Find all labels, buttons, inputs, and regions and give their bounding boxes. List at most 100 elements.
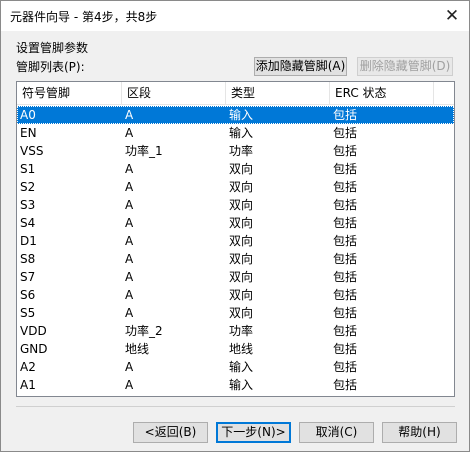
table-row[interactable]: D1 A 双向 包括	[17, 232, 454, 250]
column-header-type[interactable]: 类型	[226, 82, 330, 104]
cell-erc-status: 包括	[333, 180, 358, 194]
cell-symbol-pin: A1	[20, 378, 36, 392]
table-row[interactable]: S2 A 双向 包括	[17, 178, 454, 196]
cell-section: A	[125, 216, 134, 230]
cancel-button[interactable]: 取消(C)	[299, 422, 374, 443]
cell-erc-status: 包括	[333, 108, 358, 122]
cell-erc-status: 包括	[333, 126, 358, 140]
cell-symbol-pin: S6	[20, 288, 36, 302]
cell-type: 输入	[229, 360, 254, 374]
cell-symbol-pin: S5	[20, 306, 36, 320]
cell-erc-status: 包括	[333, 324, 358, 338]
cell-erc-status: 包括	[333, 198, 358, 212]
cell-section: A	[125, 180, 134, 194]
title-bar: 元器件向导 - 第4步，共8步 ✕	[1, 1, 469, 31]
cell-type: 双向	[229, 198, 254, 212]
column-header-erc-status[interactable]: ERC 状态	[330, 82, 434, 104]
cell-type: 功率	[229, 324, 254, 338]
cell-symbol-pin: EN	[20, 126, 37, 140]
cell-symbol-pin: VDD	[20, 324, 47, 338]
cell-type: 双向	[229, 252, 254, 266]
table-row[interactable]: S1 A 双向 包括	[17, 160, 454, 178]
cell-type: 双向	[229, 270, 254, 284]
cell-erc-status: 包括	[333, 252, 358, 266]
cell-section: A	[125, 378, 134, 392]
cell-type: 地线	[229, 342, 254, 356]
cell-section: 地线	[125, 342, 150, 356]
cell-section: A	[125, 306, 134, 320]
cell-symbol-pin: S4	[20, 216, 36, 230]
cell-type: 双向	[229, 306, 254, 320]
cell-section: A	[125, 198, 134, 212]
delete-hidden-pin-button[interactable]: 删除隐藏管脚(D)	[357, 57, 453, 76]
cell-erc-status: 包括	[333, 288, 358, 302]
pin-list[interactable]: 符号管脚 区段 类型 ERC 状态 A0 A 输入 包括 EN A 输入 包括 VSS 功率_1 功…	[16, 81, 455, 397]
table-row[interactable]: S7 A 双向 包括	[17, 268, 454, 286]
column-header-symbol-pin[interactable]: 符号管脚	[17, 82, 122, 104]
column-header-section[interactable]: 区段	[122, 82, 226, 104]
cell-symbol-pin: A0	[20, 108, 36, 122]
cell-section: A	[125, 126, 134, 140]
add-hidden-pin-button[interactable]: 添加隐藏管脚(A)	[254, 57, 347, 76]
cell-type: 双向	[229, 162, 254, 176]
help-button[interactable]: 帮助(H)	[382, 422, 457, 443]
cell-symbol-pin: S7	[20, 270, 36, 284]
cell-erc-status: 包括	[333, 378, 358, 392]
table-row[interactable]: GND 地线 地线 包括	[17, 340, 454, 358]
cell-symbol-pin: S1	[20, 162, 36, 176]
cell-section: A	[125, 162, 134, 176]
wizard-dialog: 元器件向导 - 第4步，共8步 ✕ 设置管脚参数 管脚列表(P): 添加隐藏管脚…	[0, 0, 470, 452]
next-button[interactable]: 下一步(N)>	[216, 422, 291, 443]
cell-section: 功率_1	[125, 144, 163, 158]
cell-erc-status: 包括	[333, 360, 358, 374]
cell-erc-status: 包括	[333, 342, 358, 356]
cell-symbol-pin: GND	[20, 342, 48, 356]
table-row[interactable]: S5 A 双向 包括	[17, 304, 454, 322]
cell-erc-status: 包括	[333, 234, 358, 248]
cell-type: 双向	[229, 216, 254, 230]
cell-erc-status: 包括	[333, 162, 358, 176]
cell-section: A	[125, 270, 134, 284]
pin-list-header: 符号管脚 区段 类型 ERC 状态	[17, 82, 454, 105]
cell-symbol-pin: VSS	[20, 144, 44, 158]
cell-erc-status: 包括	[333, 306, 358, 320]
cell-type: 双向	[229, 288, 254, 302]
table-row[interactable]: VSS 功率_1 功率 包括	[17, 142, 454, 160]
cell-symbol-pin: S8	[20, 252, 36, 266]
table-row[interactable]: A0 A 输入 包括	[17, 106, 454, 124]
cell-symbol-pin: D1	[20, 234, 37, 248]
cell-erc-status: 包括	[333, 216, 358, 230]
cell-type: 输入	[229, 126, 254, 140]
window-title: 元器件向导 - 第4步，共8步	[10, 10, 158, 24]
cell-erc-status: 包括	[333, 270, 358, 284]
cell-type: 功率	[229, 144, 254, 158]
cell-symbol-pin: S3	[20, 198, 36, 212]
pin-rows: A0 A 输入 包括 EN A 输入 包括 VSS 功率_1 功率 包括 S1 A 双向 包括 S2 A 双向 包括 S…	[17, 106, 454, 394]
table-row[interactable]: S6 A 双向 包括	[17, 286, 454, 304]
table-row[interactable]: A1 A 输入 包括	[17, 376, 454, 394]
close-icon[interactable]: ✕	[441, 5, 463, 27]
cell-section: A	[125, 108, 134, 122]
table-row[interactable]: VDD 功率_2 功率 包括	[17, 322, 454, 340]
table-row[interactable]: S3 A 双向 包括	[17, 196, 454, 214]
cell-symbol-pin: A2	[20, 360, 36, 374]
cell-type: 输入	[229, 108, 254, 122]
table-row[interactable]: S4 A 双向 包括	[17, 214, 454, 232]
cell-type: 双向	[229, 234, 254, 248]
table-row[interactable]: S8 A 双向 包括	[17, 250, 454, 268]
cell-section: A	[125, 234, 134, 248]
cell-symbol-pin: S2	[20, 180, 36, 194]
divider	[16, 406, 455, 407]
section-heading: 设置管脚参数	[16, 41, 89, 55]
pin-list-label: 管脚列表(P):	[16, 60, 85, 74]
cell-type: 双向	[229, 180, 254, 194]
table-row[interactable]: EN A 输入 包括	[17, 124, 454, 142]
cell-section: A	[125, 252, 134, 266]
cell-erc-status: 包括	[333, 144, 358, 158]
cell-section: A	[125, 288, 134, 302]
back-button[interactable]: <返回(B)	[133, 422, 208, 443]
cell-type: 输入	[229, 378, 254, 392]
cell-section: A	[125, 360, 134, 374]
table-row[interactable]: A2 A 输入 包括	[17, 358, 454, 376]
cell-section: 功率_2	[125, 324, 163, 338]
